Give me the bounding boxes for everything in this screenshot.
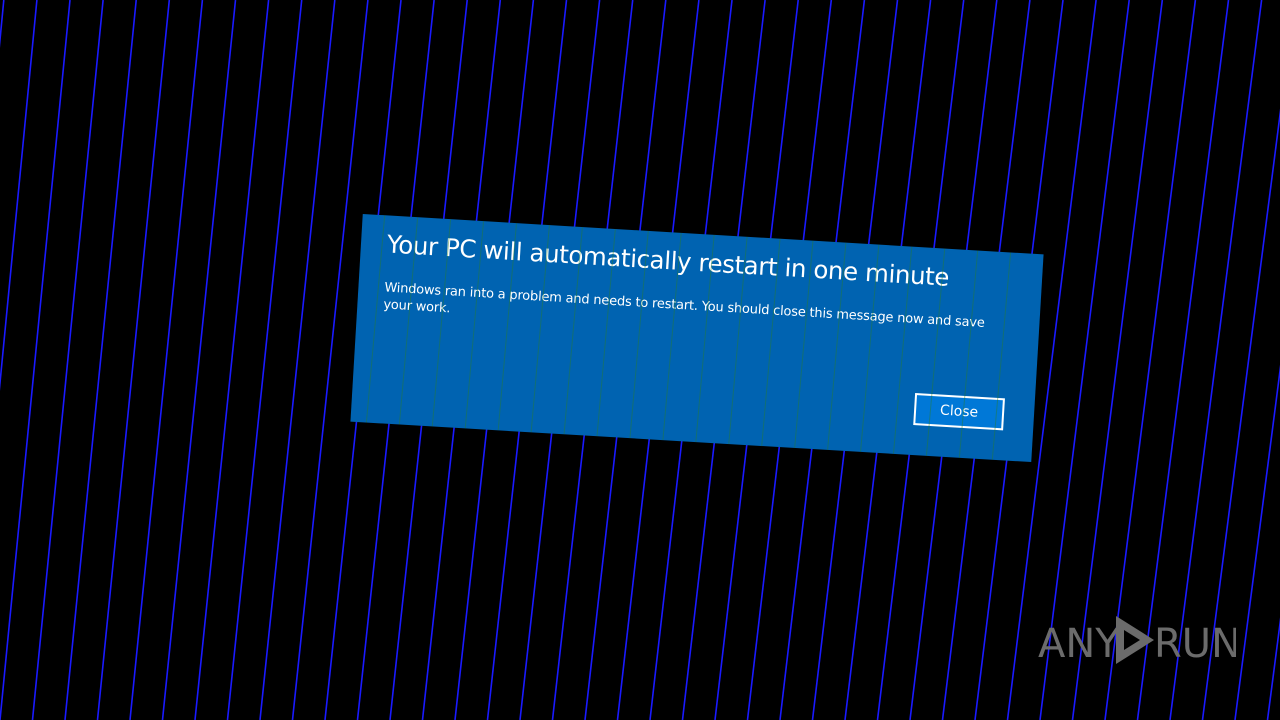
- close-button[interactable]: Close: [913, 393, 1005, 431]
- watermark-text-any: ANY: [1038, 621, 1120, 667]
- anyrun-logo-icon: ANY RUN: [1038, 616, 1236, 667]
- background-stripe: [226, 0, 303, 720]
- background-stripe: [31, 0, 104, 720]
- background-stripe: [129, 0, 204, 720]
- background-stripe: [259, 0, 336, 720]
- dialog-message: Windows ran into a problem and needs to …: [382, 280, 986, 332]
- background-stripe: [0, 0, 38, 392]
- watermark-text-run: RUN: [1154, 621, 1236, 667]
- background-stripe: [64, 0, 137, 720]
- background-stripe: [161, 0, 237, 720]
- background-stripe: [1266, 617, 1280, 720]
- background-stripe: [96, 0, 171, 720]
- play-triangle-icon: [1116, 616, 1154, 664]
- restart-notification-dialog: Your PC will automatically restart in on…: [350, 213, 1044, 463]
- desktop-screen: Your PC will automatically restart in on…: [0, 0, 1280, 720]
- background-stripe: [1234, 364, 1280, 720]
- background-stripe: [0, 0, 71, 720]
- anyrun-watermark: ANY RUN: [1038, 616, 1236, 667]
- dialog-scanline: [365, 215, 386, 423]
- background-stripe: [194, 0, 270, 720]
